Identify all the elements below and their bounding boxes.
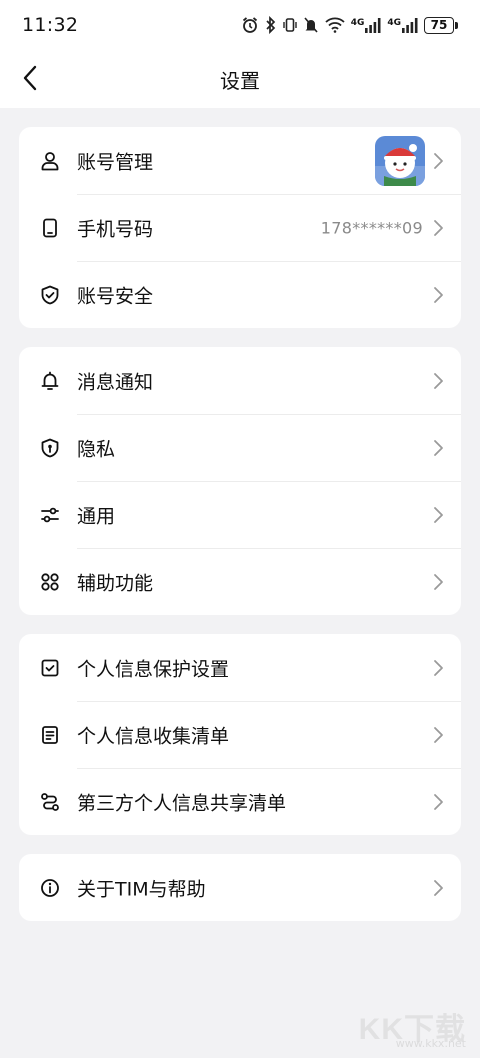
info-icon xyxy=(39,877,61,899)
settings-item-label: 通用 xyxy=(77,505,116,527)
chevron-right-icon xyxy=(434,286,443,303)
sliders-icon xyxy=(39,504,61,526)
signal-4g-icon: 4G xyxy=(350,17,382,33)
settings-item-personal-info-collection[interactable]: 个人信息收集清单 xyxy=(19,701,461,768)
grid-icon xyxy=(39,571,61,593)
settings-item-label: 手机号码 xyxy=(77,218,154,240)
back-arrow-icon xyxy=(23,65,37,91)
network-label: 4G xyxy=(350,17,365,28)
user-icon xyxy=(39,150,61,172)
settings-item-privacy[interactable]: 隐私 xyxy=(19,414,461,481)
settings-item-about-help[interactable]: 关于TIM与帮助 xyxy=(19,854,461,921)
settings-item-label: 辅助功能 xyxy=(77,572,154,594)
settings-item-accessibility[interactable]: 辅助功能 xyxy=(19,548,461,615)
settings-item-third-party-sharing[interactable]: 第三方个人信息共享清单 xyxy=(19,768,461,835)
document-icon xyxy=(39,724,61,746)
settings-item-account-management[interactable]: 账号管理 xyxy=(19,127,461,194)
chevron-right-icon xyxy=(434,726,443,743)
settings-group-personal-info: 个人信息保护设置 个人信息收集清单 第三方个人信息共享清单 xyxy=(19,634,461,835)
settings-item-label: 消息通知 xyxy=(77,371,154,393)
mute-icon xyxy=(303,16,319,34)
status-icons: 4G 4G 75 xyxy=(241,16,458,34)
settings-item-label: 关于TIM与帮助 xyxy=(77,878,206,900)
wifi-icon xyxy=(325,17,345,33)
settings-item-label: 账号管理 xyxy=(77,151,154,173)
battery-level: 75 xyxy=(424,16,454,34)
chevron-right-icon xyxy=(434,372,443,389)
check-box-icon xyxy=(39,657,61,679)
chevron-right-icon xyxy=(434,439,443,456)
settings-item-label: 个人信息收集清单 xyxy=(77,725,230,747)
chevron-right-icon xyxy=(434,659,443,676)
chevron-right-icon xyxy=(434,573,443,590)
shield-check-icon xyxy=(39,284,61,306)
bluetooth-icon xyxy=(265,16,277,34)
bell-icon xyxy=(39,370,61,392)
settings-item-label: 隐私 xyxy=(77,438,116,460)
status-bar: 11:32 4G 4G 75 xyxy=(0,0,480,50)
settings-item-label: 个人信息保护设置 xyxy=(77,658,230,680)
back-button[interactable] xyxy=(12,60,48,96)
settings-item-account-security[interactable]: 账号安全 xyxy=(19,261,461,328)
settings-item-label: 账号安全 xyxy=(77,285,154,307)
settings-item-notifications[interactable]: 消息通知 xyxy=(19,347,461,414)
vibrate-icon xyxy=(282,16,297,34)
privacy-shield-icon xyxy=(39,437,61,459)
page-title: 设置 xyxy=(220,68,260,93)
settings-item-personal-info-protection[interactable]: 个人信息保护设置 xyxy=(19,634,461,701)
settings-item-general[interactable]: 通用 xyxy=(19,481,461,548)
alarm-icon xyxy=(241,16,259,34)
chevron-right-icon xyxy=(434,793,443,810)
nav-bar: 设置 xyxy=(0,50,480,108)
chevron-right-icon xyxy=(434,219,443,236)
phone-icon xyxy=(39,217,61,239)
signal-4g-icon: 4G xyxy=(387,17,418,33)
avatar[interactable] xyxy=(375,135,425,186)
network-label: 4G xyxy=(387,17,401,28)
phone-number-value: 178******09 xyxy=(320,218,423,237)
chevron-right-icon xyxy=(434,506,443,523)
watermark-url: www.kkx.net xyxy=(395,1037,466,1050)
chevron-right-icon xyxy=(434,152,443,169)
settings-group-about: 关于TIM与帮助 xyxy=(19,854,461,921)
settings-item-label: 第三方个人信息共享清单 xyxy=(77,792,287,814)
settings-group-account: 账号管理 手机号码 178******09 账号安全 xyxy=(19,127,461,328)
battery-icon: 75 xyxy=(424,16,458,34)
watermark: KK下载 www.kkx.net xyxy=(346,1004,466,1050)
settings-group-general: 消息通知 隐私 通用 辅助功能 xyxy=(19,347,461,615)
settings-item-phone-number[interactable]: 手机号码 178******09 xyxy=(19,194,461,261)
chevron-right-icon xyxy=(434,879,443,896)
share-icon xyxy=(39,791,61,813)
status-time: 11:32 xyxy=(22,14,79,36)
